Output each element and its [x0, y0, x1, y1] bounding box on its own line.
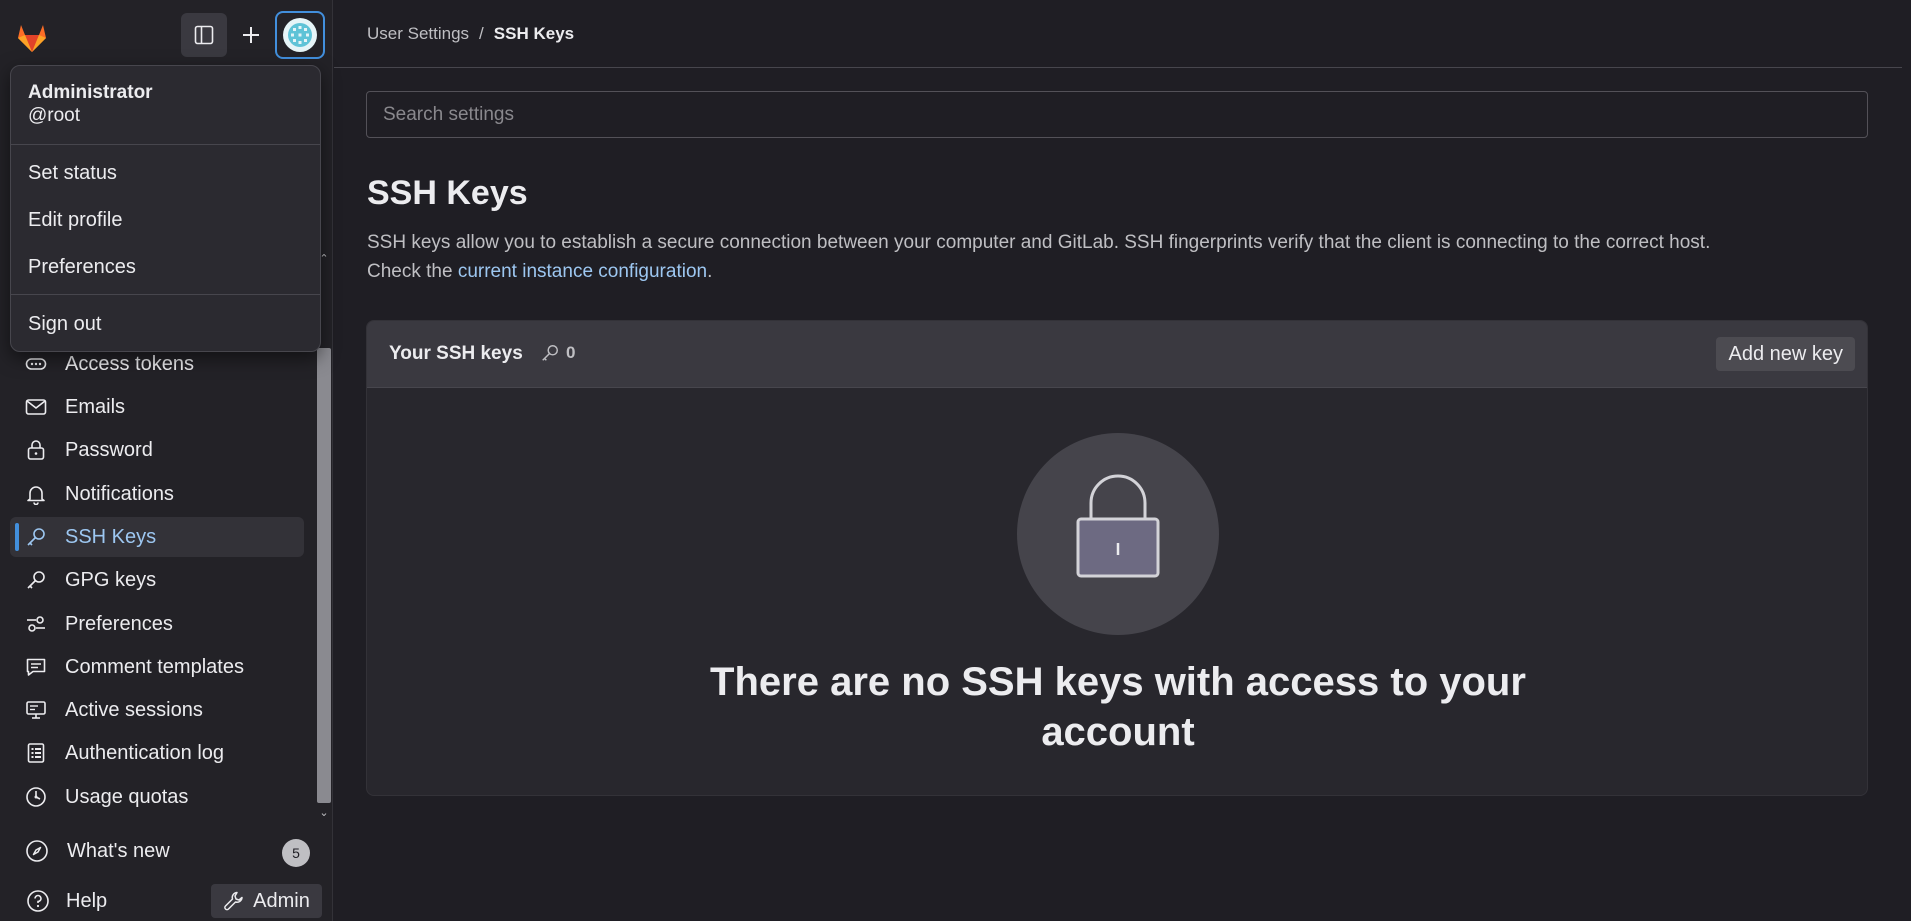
empty-state-illustration	[1017, 433, 1219, 635]
admin-label: Admin	[253, 889, 310, 912]
empty-state-message: There are no SSH keys with access to you…	[710, 660, 1526, 754]
sidebar-item-label: Notifications	[65, 482, 174, 505]
plus-icon	[243, 27, 259, 43]
key-icon	[542, 345, 558, 361]
comment-icon	[25, 656, 47, 678]
sidebar-item-comment-templates[interactable]: Comment templates	[10, 647, 304, 687]
sign-out-menu-item[interactable]: Sign out	[28, 313, 101, 336]
set-status-menu-item[interactable]: Set status	[28, 162, 117, 185]
sidebar-item-label: SSH Keys	[65, 525, 157, 548]
sidebar-item-preferences[interactable]: Preferences	[10, 604, 304, 644]
sidebar-scrollbar[interactable]	[317, 348, 331, 803]
sidebar-header	[0, 0, 333, 70]
compass-icon	[25, 839, 49, 863]
ssh-key-count: 0	[540, 343, 575, 363]
ssh-key-count-value: 0	[566, 343, 576, 362]
sidebar-toggle-icon	[194, 25, 214, 45]
admin-button[interactable]: Admin	[211, 884, 322, 918]
sidebar-item-label: Active sessions	[65, 698, 203, 721]
page-title: SSH Keys	[367, 174, 528, 212]
sidebar-item-active-sessions[interactable]: Active sessions	[10, 690, 304, 730]
sidebar-toggle-button[interactable]	[181, 13, 227, 57]
create-new-button[interactable]	[228, 13, 274, 57]
wrench-icon	[224, 891, 243, 911]
breadcrumb-parent-link[interactable]: User Settings	[367, 24, 469, 44]
user-avatar-button[interactable]	[275, 11, 325, 59]
token-icon	[25, 353, 47, 375]
sidebar-item-label: Authentication log	[65, 741, 225, 764]
sidebar-item-label: GPG keys	[65, 568, 157, 591]
bell-icon	[25, 483, 47, 505]
sidebar-item-emails[interactable]: Emails	[10, 387, 304, 427]
preferences-icon	[25, 613, 47, 635]
add-new-key-button[interactable]: Add new key	[1716, 337, 1855, 371]
user-menu-name[interactable]: Administrator	[28, 82, 153, 104]
help-link[interactable]: Help	[10, 881, 107, 921]
sidebar: ⌃ ⌄ Access tokens Emails Password Notifi…	[0, 0, 333, 921]
dropdown-divider	[11, 144, 320, 145]
sidebar-item-usage-quotas[interactable]: Usage quotas	[10, 777, 304, 817]
sidebar-item-label: Preferences	[65, 612, 173, 635]
mail-icon	[25, 396, 47, 418]
user-menu-dropdown: Administrator @root Set status Edit prof…	[10, 65, 321, 352]
search-settings-input[interactable]	[366, 91, 1868, 138]
scroll-down-arrow-icon[interactable]: ⌄	[317, 806, 331, 820]
whats-new-link[interactable]: What's new	[10, 831, 170, 871]
dropdown-divider	[11, 294, 320, 295]
lock-icon	[25, 439, 47, 461]
ssh-keys-card: Your SSH keys 0 Add new key There are no…	[366, 320, 1868, 796]
quota-icon	[25, 786, 47, 808]
description-suffix: .	[707, 261, 713, 282]
sidebar-item-authentication-log[interactable]: Authentication log	[10, 733, 304, 773]
ssh-keys-card-header: Your SSH keys 0 Add new key	[367, 321, 1867, 388]
help-label: Help	[66, 889, 108, 912]
whats-new-count-badge: 5	[282, 839, 310, 867]
breadcrumb-current[interactable]: SSH Keys	[494, 24, 574, 44]
avatar	[283, 18, 317, 52]
sidebar-item-label: Comment templates	[65, 655, 244, 678]
gitlab-logo-icon[interactable]	[12, 16, 52, 56]
avatar-identicon-icon	[288, 23, 312, 47]
sidebar-item-label: Password	[65, 438, 153, 461]
description-text: SSH keys allow you to establish a secure…	[367, 232, 1711, 253]
sidebar-item-ssh-keys[interactable]: SSH Keys	[10, 517, 304, 557]
monitor-icon	[25, 699, 47, 721]
breadcrumb-separator: /	[479, 24, 484, 43]
ssh-keys-card-title: Your SSH keys	[389, 343, 523, 364]
key-icon	[25, 526, 47, 548]
header-divider	[334, 67, 1902, 68]
sidebar-item-label: Usage quotas	[65, 785, 189, 808]
instance-configuration-link[interactable]: current instance configuration	[458, 261, 707, 282]
key-icon	[25, 569, 47, 591]
log-icon	[25, 742, 47, 764]
description-prefix: Check the	[367, 261, 458, 282]
sidebar-item-gpg-keys[interactable]: GPG keys	[10, 560, 304, 600]
breadcrumb: User Settings / SSH Keys	[367, 24, 574, 44]
sidebar-item-notifications[interactable]: Notifications	[10, 474, 304, 514]
help-icon	[26, 889, 50, 913]
sidebar-item-label: Emails	[65, 395, 126, 418]
page-description: SSH keys allow you to establish a secure…	[367, 228, 1887, 286]
sidebar-item-password[interactable]: Password	[10, 430, 304, 470]
preferences-menu-item[interactable]: Preferences	[28, 256, 136, 279]
main-content: User Settings / SSH Keys SSH Keys SSH ke…	[334, 0, 1911, 921]
edit-profile-menu-item[interactable]: Edit profile	[28, 209, 123, 232]
whats-new-label: What's new	[67, 839, 170, 862]
padlock-icon	[1076, 474, 1160, 578]
sidebar-item-label: Access tokens	[65, 352, 194, 375]
user-menu-username[interactable]: @root	[28, 105, 80, 127]
